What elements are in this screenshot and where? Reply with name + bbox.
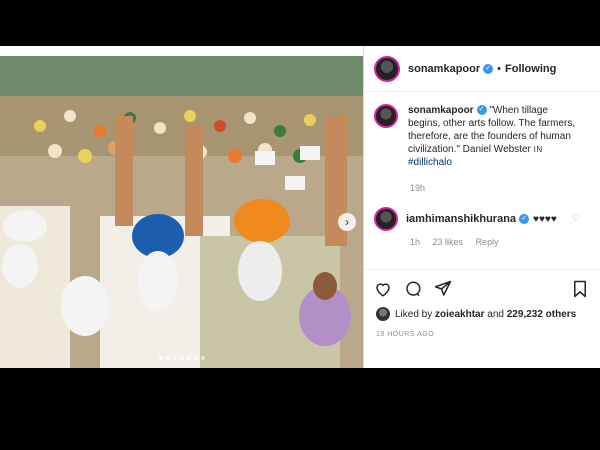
comment-like-heart-icon[interactable]: ♡ [572,213,580,224]
caption-username[interactable]: sonamkapoor [408,105,474,116]
caption-in-label: IN [533,145,543,154]
post-photo[interactable]: › [0,56,363,368]
reply-likes[interactable]: 23 likes [433,237,464,247]
carousel-dot [165,356,170,360]
liked-by-and: and [487,308,504,320]
verified-icon: ✓ [519,214,530,224]
author-avatar[interactable] [374,55,400,82]
instagram-post: › sonamkapoor ✓ • Following sonamkapoor ✓… [0,46,600,368]
carousel-dot [158,356,163,360]
carousel-dot [179,356,184,360]
carousel-dot [193,356,198,360]
reply-username[interactable]: iamhimanshikhurana [406,213,516,225]
liked-by: Liked by zoieakhtar and 229,232 others [376,307,576,321]
post-sidebar: sonamkapoor ✓ • Following sonamkapoor ✓ "… [363,46,600,368]
caption-avatar[interactable] [374,104,398,128]
heart-icon[interactable] [374,280,392,298]
share-icon[interactable] [434,280,452,298]
following-button[interactable]: Following [505,63,556,75]
reply-meta: 1h 23 likes Reply [410,237,590,247]
next-arrow-icon[interactable]: › [338,213,356,231]
verified-icon: ✓ [476,105,487,116]
carousel-dot [186,356,191,360]
reply-avatar[interactable] [374,207,398,231]
liker-avatar[interactable] [376,307,390,321]
carousel-dot [200,356,205,360]
caption-hashtag[interactable]: #dillichalo [408,157,452,168]
liked-by-count[interactable]: 229,232 others [507,309,577,320]
caption-time[interactable]: 19h [410,183,590,193]
action-bar [364,269,600,309]
reply-comment: iamhimanshikhurana ✓ ♥♥♥♥ ♡ [374,207,590,231]
caption-comment: sonamkapoor ✓ "When tillage begins, other… [374,104,590,169]
reply-time[interactable]: 1h [410,237,420,247]
author-username[interactable]: sonamkapoor [408,63,480,75]
verified-icon: ✓ [483,63,494,74]
comments-list: sonamkapoor ✓ "When tillage begins, other… [364,92,600,247]
carousel-dot [172,356,177,360]
caption-body: sonamkapoor ✓ "When tillage begins, other… [408,104,578,169]
post-header: sonamkapoor ✓ • Following [364,46,600,92]
separator: • [497,62,501,75]
liked-by-user[interactable]: zoieakhtar [435,309,484,320]
reply-text: ♥♥♥♥ [533,213,557,225]
post-time-ago[interactable]: 19 HOURS AGO [376,331,434,338]
protest-photo [0,56,363,368]
liked-by-prefix: Liked by [395,308,433,320]
carousel-dots [0,356,363,360]
reply-button[interactable]: Reply [476,237,499,247]
comment-icon[interactable] [404,280,422,298]
bookmark-icon[interactable] [572,280,588,298]
